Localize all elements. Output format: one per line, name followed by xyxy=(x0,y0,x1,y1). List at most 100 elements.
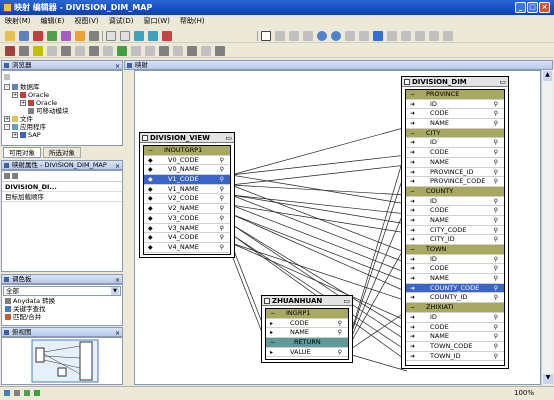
tree-item-database[interactable]: - 数据库 xyxy=(4,83,122,91)
table-zhuanhuan[interactable]: ZHUANHUAN ▭ − INGRP1 ▸ CODE ⚲ ▸ NAME ⚲ − RETURN… xyxy=(261,295,353,363)
operator-icon[interactable] xyxy=(33,46,43,56)
attribute-row-selected[interactable]: ◆ V1_CODE ⚲ xyxy=(144,175,230,185)
attribute-row[interactable]: ◆ V3_NAME ⚲ xyxy=(144,224,230,234)
tree-item-files[interactable]: + 文件 xyxy=(4,115,122,123)
palette-item[interactable]: 匹配/合并 xyxy=(5,313,122,321)
attribute-row[interactable]: ➜ ID ⚲ xyxy=(406,313,504,323)
attribute-row[interactable]: ◆ V1_NAME ⚲ xyxy=(144,185,230,195)
collapse-icon[interactable] xyxy=(429,31,439,41)
menu-help[interactable]: 帮助(H) xyxy=(175,15,210,28)
tree-item-transportable[interactable]: 可移动模块 xyxy=(4,107,122,115)
expander-icon[interactable]: - xyxy=(4,84,10,90)
sort-icon[interactable] xyxy=(4,173,10,179)
operator-icon[interactable] xyxy=(187,46,197,56)
minimize-button[interactable]: _ xyxy=(515,2,526,13)
menu-debug[interactable]: 调试(D) xyxy=(104,15,139,28)
attribute-row[interactable]: ➜ CITY_ID ⚲ xyxy=(406,235,504,245)
attribute-row[interactable]: ◆ V4_CODE ⚲ xyxy=(144,233,230,243)
operator-icon[interactable] xyxy=(117,46,127,56)
fit-icon[interactable] xyxy=(289,31,299,41)
tree-item-applications[interactable]: - 应用程序 xyxy=(4,123,122,131)
expand-icon[interactable] xyxy=(415,31,425,41)
close-button[interactable]: × xyxy=(539,2,550,13)
operator-icon[interactable] xyxy=(103,46,113,56)
operator-icon[interactable] xyxy=(5,46,15,56)
collapse-icon[interactable]: − xyxy=(410,90,415,100)
group-row[interactable]: − RETURN xyxy=(266,338,348,348)
operator-icon[interactable] xyxy=(215,46,225,56)
operator-icon[interactable] xyxy=(61,46,71,56)
operator-icon[interactable] xyxy=(145,46,155,56)
pan-icon[interactable] xyxy=(275,31,285,41)
collapse-icon[interactable]: − xyxy=(410,303,415,313)
collapse-icon[interactable]: ▭ xyxy=(499,77,506,87)
debug-icon[interactable] xyxy=(75,31,85,41)
attribute-row[interactable]: ➜ CODE ⚲ xyxy=(406,264,504,275)
collapse-icon[interactable]: − xyxy=(270,309,275,319)
deploy-icon[interactable] xyxy=(61,31,71,41)
operator-icon[interactable] xyxy=(173,46,183,56)
attribute-row[interactable]: ➜ ID ⚲ xyxy=(406,138,504,149)
attribute-row[interactable]: ➜ ID ⚲ xyxy=(406,197,504,207)
tab-selected-objects[interactable]: 所选对象 xyxy=(43,147,81,158)
collapse-icon[interactable]: ▭ xyxy=(225,133,232,143)
generate-icon[interactable] xyxy=(47,31,57,41)
attribute-row[interactable]: ➜ CODE ⚲ xyxy=(406,323,504,333)
collapse-icon[interactable]: − xyxy=(270,338,275,348)
menu-edit[interactable]: 编辑(E) xyxy=(36,15,70,28)
properties-item[interactable]: DIVISION_DI... xyxy=(2,182,122,192)
mapping-canvas[interactable]: DIVISION_VIEW ▭ − INOUTGRP1 ◆ V0_CODE ⚲ ◆ V0_… xyxy=(134,70,541,385)
tree-item-oracle[interactable]: + Oracle xyxy=(4,91,122,99)
align-icon[interactable] xyxy=(401,31,411,41)
group-row[interactable]: − INGRP1 xyxy=(266,309,348,319)
attribute-row[interactable]: ▸ VALUE ⚲ xyxy=(266,348,348,358)
collapse-icon[interactable]: − xyxy=(410,245,415,255)
scroll-up-icon[interactable]: ▲ xyxy=(543,71,552,81)
group-row[interactable]: − COUNTY xyxy=(406,186,504,197)
operator-icon[interactable] xyxy=(131,46,141,56)
attribute-row[interactable]: ➜ PROVINCE_ID ⚲ xyxy=(406,168,504,178)
menu-window[interactable]: 窗口(W) xyxy=(139,15,175,28)
operator-icon[interactable] xyxy=(201,46,211,56)
attribute-row[interactable]: ◆ V2_NAME ⚲ xyxy=(144,204,230,214)
validate-icon[interactable] xyxy=(33,31,43,41)
paste-icon[interactable] xyxy=(120,31,130,41)
new-icon[interactable] xyxy=(5,31,15,41)
layout-icon[interactable] xyxy=(387,31,397,41)
group-row[interactable]: − INOUTGRP1 xyxy=(144,146,230,156)
attribute-row[interactable]: ▸ NAME ⚲ xyxy=(266,328,348,339)
table-division-dim[interactable]: DIVISION_DIM ▭ − PROVINCE ➜ ID ⚲ ➜ CODE ⚲ ➜ NAM… xyxy=(401,76,509,369)
expander-icon[interactable]: + xyxy=(12,92,18,98)
vertical-scrollbar[interactable]: ▲ ▼ xyxy=(541,70,553,385)
birdseye-preview[interactable] xyxy=(2,338,122,384)
operator-icon[interactable] xyxy=(75,46,85,56)
zoom-in-icon[interactable] xyxy=(317,31,327,41)
attribute-row[interactable]: ◆ V3_CODE ⚲ xyxy=(144,214,230,224)
collapse-icon[interactable]: − xyxy=(410,129,415,139)
attribute-row[interactable]: ➜ COUNTY_ID ⚲ xyxy=(406,293,504,304)
attribute-row[interactable]: ➜ ID ⚲ xyxy=(406,255,504,265)
attribute-row[interactable]: ➜ NAME ⚲ xyxy=(406,216,504,226)
undo-icon[interactable] xyxy=(134,31,144,41)
attribute-row[interactable]: ➜ ID ⚲ xyxy=(406,100,504,110)
table-header[interactable]: DIVISION_VIEW ▭ xyxy=(140,133,234,143)
filter-icon[interactable] xyxy=(12,173,18,179)
attribute-row[interactable]: ➜ PROVINCE_CODE ⚲ xyxy=(406,177,504,187)
attribute-row[interactable]: ➜ NAME ⚲ xyxy=(406,332,504,342)
save-icon[interactable] xyxy=(19,31,29,41)
expander-icon[interactable]: + xyxy=(20,100,26,106)
collapse-icon[interactable]: ▭ xyxy=(343,296,350,306)
attribute-row[interactable]: ➜ NAME ⚲ xyxy=(406,158,504,168)
table-header[interactable]: DIVISION_DIM ▭ xyxy=(402,77,508,87)
table-division-view[interactable]: DIVISION_VIEW ▭ − INOUTGRP1 ◆ V0_CODE ⚲ ◆ V0_… xyxy=(139,132,235,258)
palette-item[interactable]: Anydata 转换 xyxy=(5,297,122,305)
operator-icon[interactable] xyxy=(47,46,57,56)
attribute-row[interactable]: ➜ CITY_CODE ⚲ xyxy=(406,226,504,236)
attribute-row[interactable]: ➜ TOWN_ID ⚲ xyxy=(406,352,504,362)
group-row[interactable]: − PROVINCE xyxy=(406,90,504,100)
attribute-row[interactable]: ◆ V4_NAME ⚲ xyxy=(144,243,230,253)
zoom-fit-icon[interactable] xyxy=(345,31,355,41)
collapse-icon[interactable]: − xyxy=(410,187,415,197)
zoom-area-icon[interactable] xyxy=(359,31,369,41)
operator-icon[interactable] xyxy=(159,46,169,56)
